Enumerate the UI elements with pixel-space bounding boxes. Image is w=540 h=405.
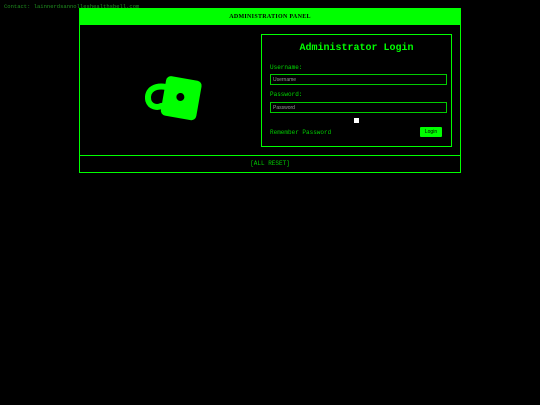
username-input[interactable] [270,74,447,85]
login-form: Administrator Login Username: Password: … [261,34,452,147]
admin-panel: ADMINISTRATION PANEL Administrator Login… [79,8,461,173]
panel-footer: [ALL RESET] [250,160,290,167]
remember-password-label: Remember Password [270,129,332,136]
panel-body: Administrator Login Username: Password: … [80,25,460,156]
login-title: Administrator Login [299,43,414,54]
login-button[interactable]: Login [420,127,442,137]
username-label: Username: [270,64,303,71]
remember-password-checkbox[interactable] [354,118,359,123]
padlock-icon [140,63,210,123]
password-input[interactable] [270,102,447,113]
panel-title: ADMINISTRATION PANEL [80,9,460,25]
password-label: Password: [270,91,303,98]
